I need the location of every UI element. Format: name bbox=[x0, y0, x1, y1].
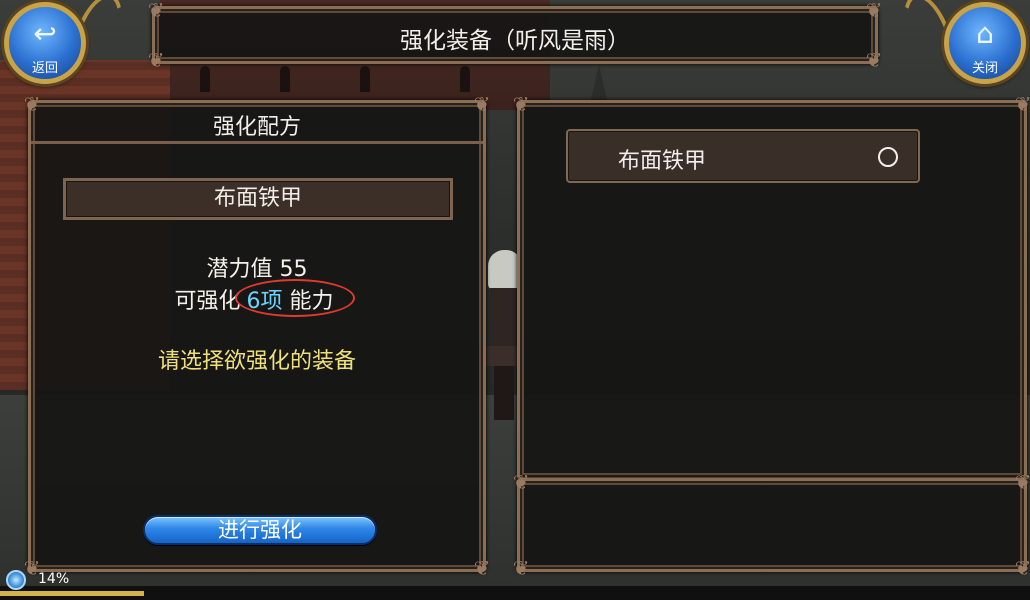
castle-window bbox=[460, 66, 470, 92]
red-circle-annotation bbox=[234, 279, 355, 317]
castle-window bbox=[200, 66, 210, 92]
loading-bar-track bbox=[0, 586, 1030, 600]
corner-ornament: ❦ bbox=[473, 556, 491, 580]
home-icon: ⌂ bbox=[976, 17, 994, 50]
corner-ornament: ❦ bbox=[512, 470, 530, 494]
loading-bar-fill bbox=[0, 591, 145, 596]
title-bar: ❦ ❦ ❦ ❦ 强化装备（听风是雨） bbox=[148, 0, 883, 71]
back-button[interactable]: ↩ 返回 bbox=[4, 2, 86, 84]
castle-window bbox=[280, 66, 290, 92]
potential-line: 潜力值 55 bbox=[31, 251, 483, 283]
loading-percent: 14% bbox=[38, 571, 70, 587]
return-arrow-icon: ↩ bbox=[33, 17, 57, 50]
corner-ornament: ❦ bbox=[147, 0, 165, 22]
character-body bbox=[490, 288, 520, 348]
corner-ornament: ❦ bbox=[1014, 92, 1030, 116]
corner-ornament: ❦ bbox=[1014, 470, 1030, 494]
close-button-label: 关闭 bbox=[971, 61, 998, 76]
radio-circle-icon[interactable] bbox=[878, 147, 898, 167]
character-legs bbox=[494, 366, 514, 420]
close-button[interactable]: ⌂ 关闭 bbox=[944, 2, 1026, 84]
equipment-name: 布面铁甲 bbox=[618, 149, 707, 174]
equipment-detail-panel: ❦ ❦ ❦ ❦ bbox=[513, 471, 1030, 579]
enhance-line: 可强化 6项 能力 bbox=[31, 279, 483, 317]
recipe-title: 强化配方 bbox=[212, 115, 301, 140]
recipe-panel: ❦ ❦ ❦ ❦ 强化配方 布面铁甲 潜力值 55 可强化 6项 能力 请选择欲强化… bbox=[24, 93, 491, 579]
equipment-list-panel: ❦ ❦ 布面铁甲 bbox=[513, 93, 1030, 480]
page-title: 强化装备（听风是雨） bbox=[400, 28, 630, 54]
divider bbox=[31, 141, 483, 144]
corner-ornament: ❦ bbox=[512, 556, 530, 580]
enhance-prefix: 可强化 bbox=[174, 289, 241, 314]
back-button-label: 返回 bbox=[31, 61, 58, 76]
enhance-count-highlight: 6项 能力 bbox=[234, 279, 355, 317]
corner-ornament: ❦ bbox=[865, 0, 883, 22]
enhance-button[interactable]: 进行强化 bbox=[143, 515, 377, 545]
equipment-slot[interactable]: 布面铁甲 bbox=[566, 129, 920, 183]
castle-window bbox=[360, 66, 370, 92]
potential-label: 潜力值 bbox=[206, 257, 273, 282]
loading-spinner-icon bbox=[6, 570, 26, 590]
corner-ornament: ❦ bbox=[512, 92, 530, 116]
selected-item-box: 布面铁甲 bbox=[63, 178, 453, 220]
select-equipment-prompt: 请选择欲强化的装备 bbox=[157, 349, 356, 374]
corner-ornament: ❦ bbox=[1014, 556, 1030, 580]
